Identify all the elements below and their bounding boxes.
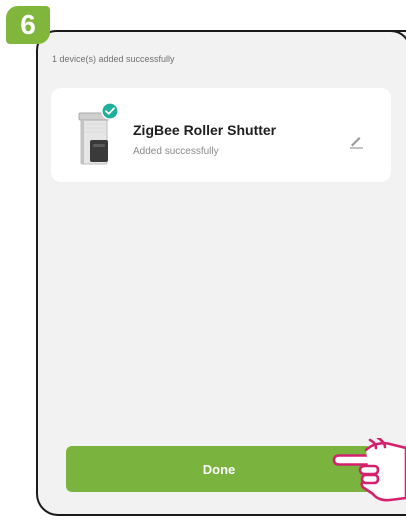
screenshot-stage: 6 1 device(s) added successfully ZigBee …	[0, 0, 406, 524]
device-card[interactable]: ZigBee Roller Shutter Added successfully	[51, 88, 391, 182]
pointing-hand-icon	[332, 438, 406, 502]
pencil-icon[interactable]	[347, 132, 365, 150]
device-status: Added successfully	[133, 146, 219, 157]
step-number-badge: 6	[6, 6, 50, 44]
check-badge-icon	[101, 102, 119, 120]
phone-frame-corner	[385, 32, 406, 56]
done-button[interactable]: Done	[66, 446, 372, 492]
device-name: ZigBee Roller Shutter	[133, 122, 277, 138]
status-message: 1 device(s) added successfully	[52, 54, 175, 64]
